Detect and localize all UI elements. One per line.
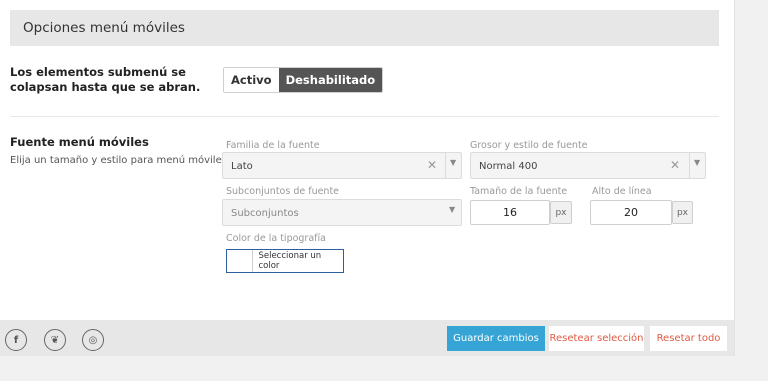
section-title: Opciones menú móviles [23,20,185,36]
line-height-value: 20 [624,206,638,219]
font-subsets-dropdown-toggle[interactable]: ▼ [445,199,461,226]
toggle-deshabilitado-button[interactable]: Deshabilitado [278,68,383,92]
font-size-input[interactable]: 16 [470,200,550,225]
divider [10,116,719,117]
font-family-value: Lato [231,161,253,172]
font-color-label: Color de la tipografía [226,233,326,244]
font-size-label: Tamaño de la fuente [470,186,568,197]
font-subsets-placeholder: Subconjuntos [231,208,299,219]
line-height-input[interactable]: 20 [590,200,672,225]
submenu-collapse-toggle: Activo Deshabilitado [223,67,384,93]
line-height-label: Alto de línea [592,186,652,197]
font-family-label: Familia de la fuente [226,140,320,151]
color-swatch [227,250,254,272]
facebook-icon[interactable]: f [5,329,27,351]
mobile-menu-font-description: Elija un tamaño y estilo para menú móvil… [10,155,227,166]
font-weight-label: Grosor y estilo de fuente [470,140,588,151]
reset-section-button[interactable]: Resetear selección [549,326,644,351]
twitter-icon[interactable]: ❦ [44,329,66,351]
footer-bar: f ❦ ◎ Guardar cambios Resetear selección… [0,320,734,356]
font-subsets-select[interactable]: Subconjuntos ▼ [222,199,462,226]
toggle-activo-button[interactable]: Activo [224,68,279,92]
font-size-unit: px [550,201,572,224]
instagram-icon[interactable]: ◎ [82,329,104,351]
font-subsets-label: Subconjuntos de fuente [226,186,340,197]
clear-icon[interactable]: ✕ [427,158,437,172]
caret-down-icon: ▼ [450,158,457,167]
font-family-dropdown-toggle[interactable]: ▼ [445,152,461,179]
line-height-unit: px [672,201,693,224]
options-panel: Opciones menú móviles Los elementos subm… [0,0,734,381]
bottom-strip [0,356,768,381]
caret-down-icon: ▼ [449,205,456,214]
font-family-select[interactable]: Lato ✕ ▼ [222,152,462,179]
font-weight-dropdown-toggle[interactable]: ▼ [689,152,705,179]
caret-down-icon: ▼ [694,158,701,167]
save-changes-button[interactable]: Guardar cambios [447,326,545,351]
submenu-collapse-label: Los elementos submenú se colapsan hasta … [10,65,201,94]
select-color-label: Seleccionar un color [258,251,322,271]
select-color-button[interactable]: Seleccionar un color [226,249,344,273]
clear-icon[interactable]: ✕ [670,158,680,172]
font-weight-select[interactable]: Normal 400 ✕ ▼ [470,152,706,179]
right-gutter [734,0,768,381]
section-header: Opciones menú móviles [10,10,719,46]
mobile-menu-font-label: Fuente menú móviles [10,135,149,149]
font-size-value: 16 [503,206,517,219]
reset-all-button[interactable]: Resetar todo [650,326,727,351]
font-weight-value: Normal 400 [479,161,538,172]
